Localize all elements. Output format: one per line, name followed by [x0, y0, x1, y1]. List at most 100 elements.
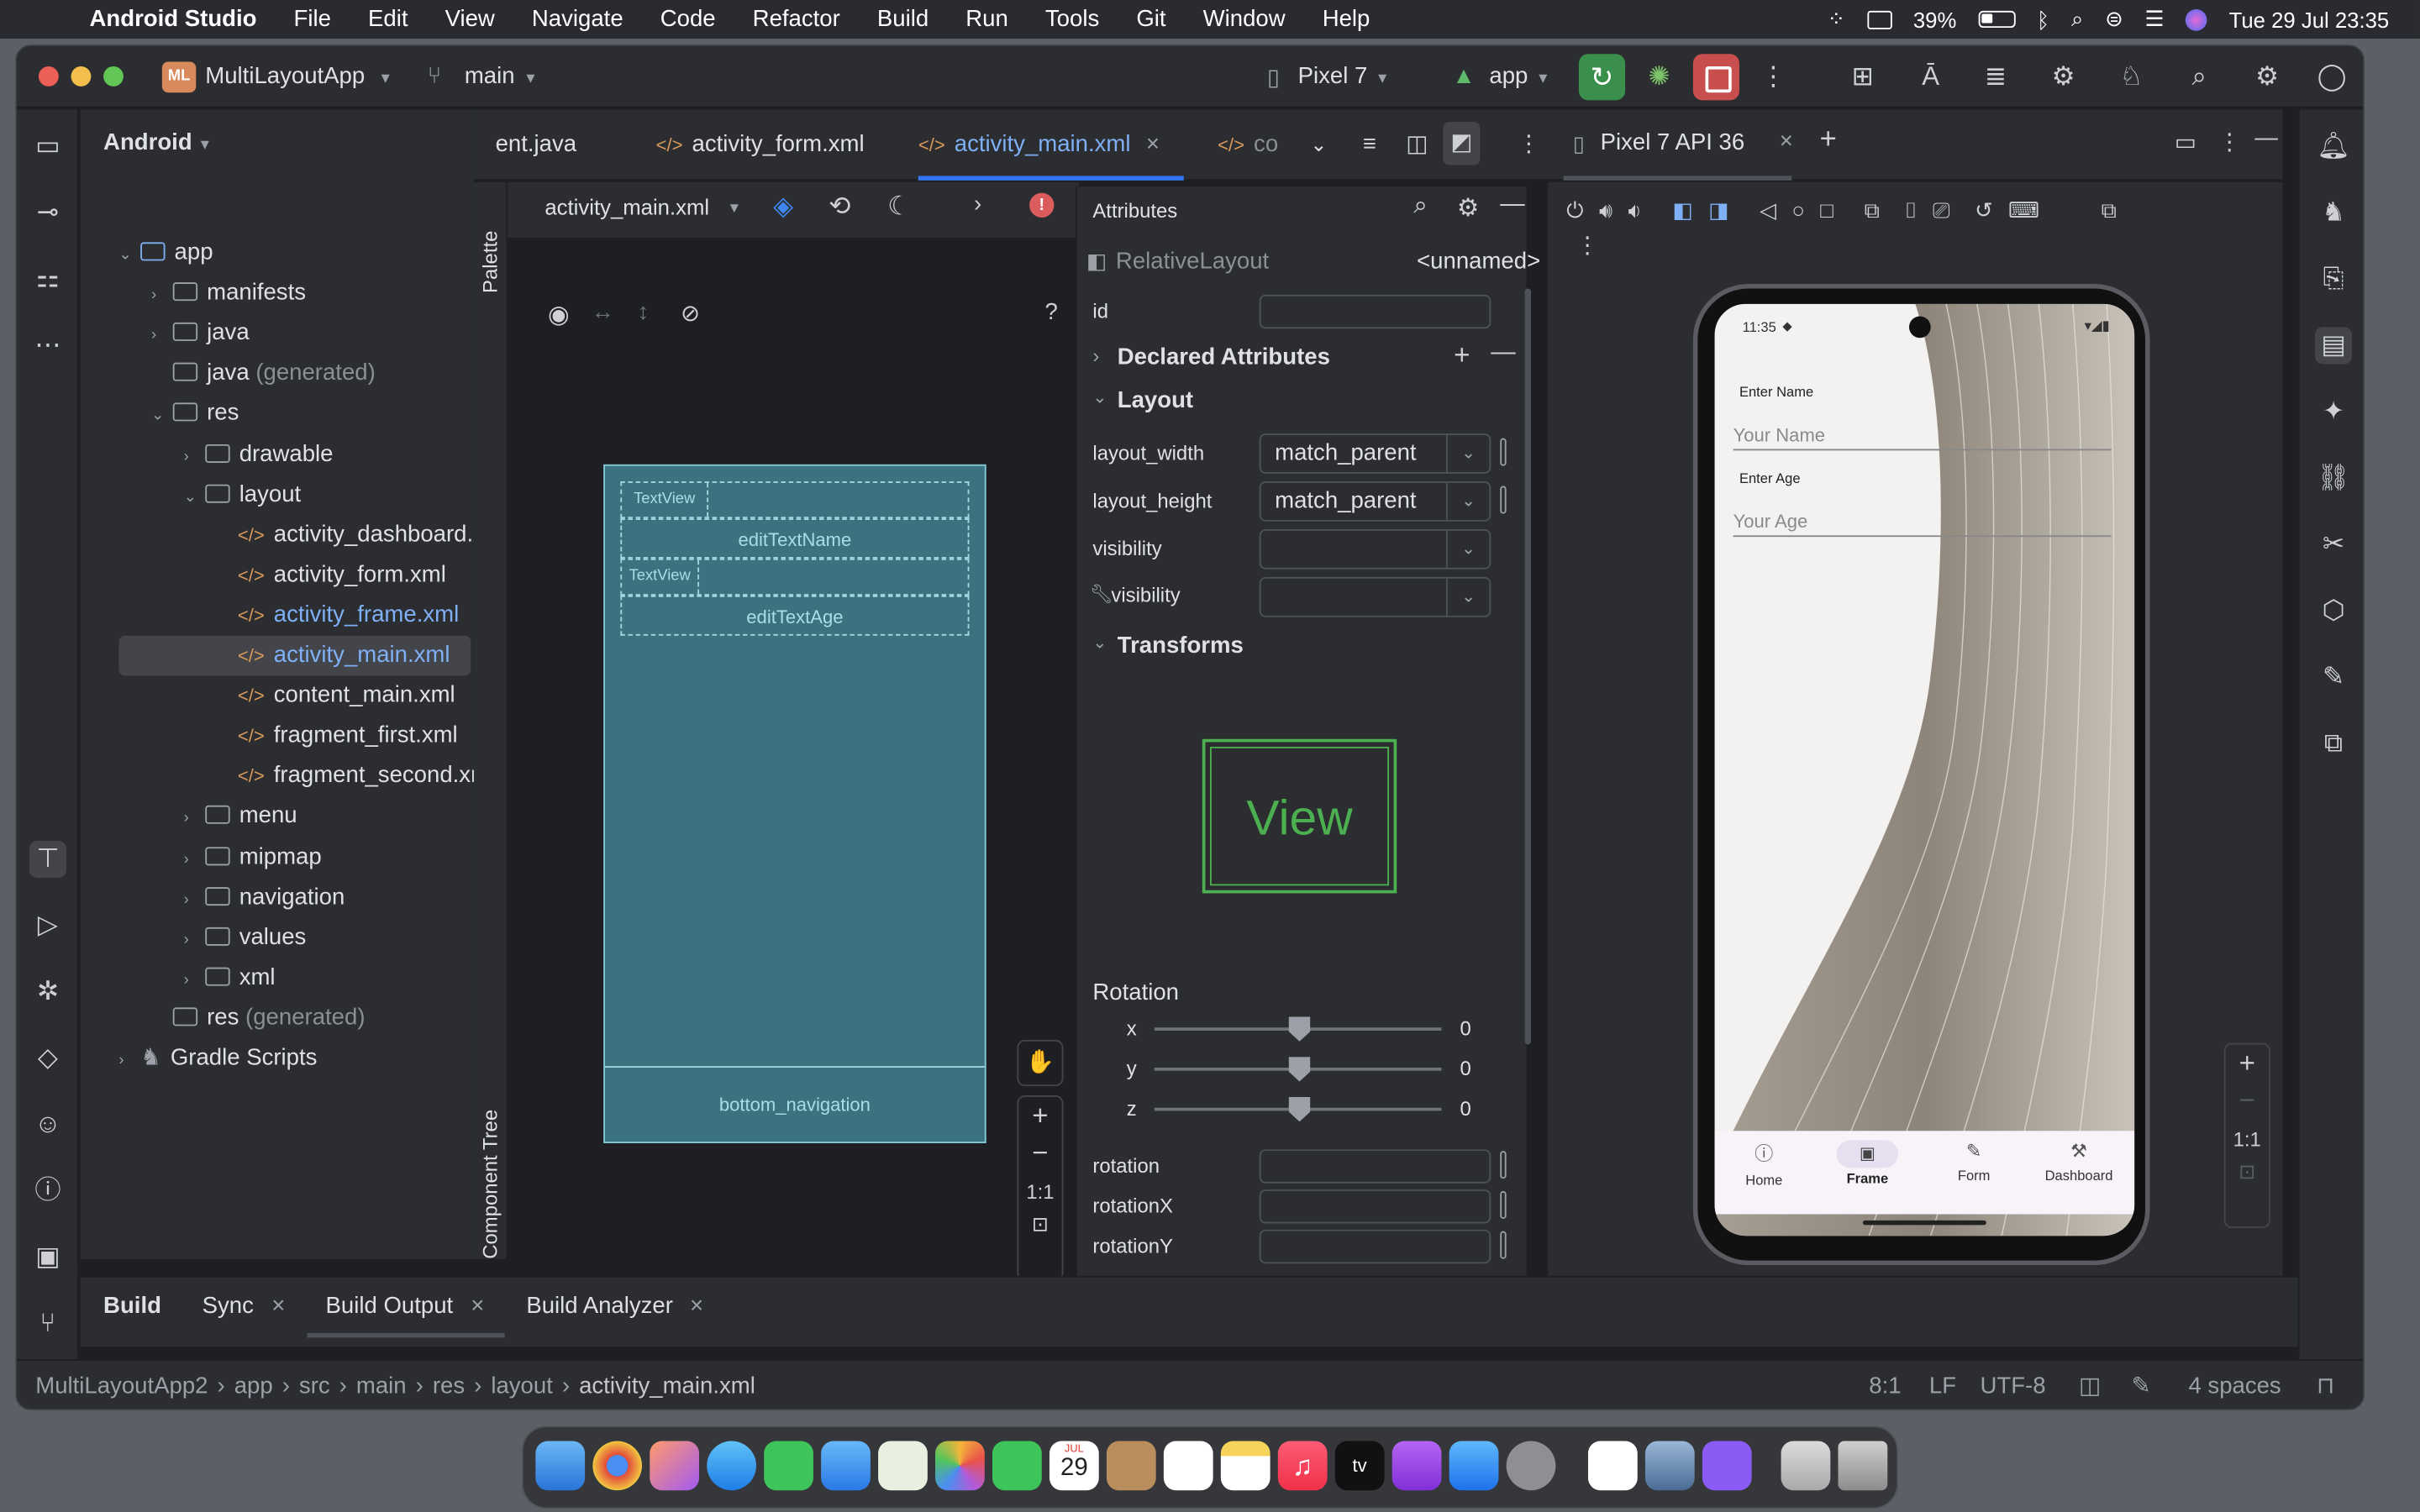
attributes-scrollbar[interactable]	[1524, 288, 1532, 1045]
chevron-down-icon[interactable]: ⌄	[184, 478, 206, 518]
nav-frame[interactable]: ▣ Frame	[1832, 1140, 1902, 1186]
resource-manager-icon[interactable]: ⊤	[29, 841, 66, 879]
tree-item[interactable]: › drawable	[118, 434, 471, 475]
gemini-sparkle-icon[interactable]: ✦	[2315, 393, 2352, 430]
orientation-icon[interactable]: ⟲	[829, 192, 850, 223]
code-view-icon[interactable]: ≡	[1363, 109, 1376, 180]
resource-picker-icon[interactable]	[1500, 486, 1507, 514]
project-badge[interactable]: ML	[161, 61, 197, 93]
rotation-x-slider-knob[interactable]	[1288, 1016, 1311, 1042]
spotlight-search-icon[interactable]: ⌕	[2071, 6, 2083, 32]
tree-item[interactable]: </> activity_frame.xml	[118, 596, 471, 636]
breadcrumb-item[interactable]: main	[356, 1373, 407, 1399]
layout-height-dropdown[interactable]: match_parent ⌄	[1259, 481, 1491, 522]
wifi-dots-icon[interactable]: ⁘	[1827, 6, 1845, 32]
toggles-icon[interactable]: ☰	[2144, 6, 2164, 32]
downloads-stack-icon[interactable]	[1781, 1441, 1831, 1491]
tree-item[interactable]: › values	[118, 917, 471, 958]
zoom-fit-icon[interactable]: ⊡	[1018, 1213, 1061, 1237]
visibility-dropdown[interactable]: ⌄	[1259, 528, 1491, 570]
nav-home[interactable]: ⓘ Home	[1733, 1140, 1795, 1188]
version-control-icon[interactable]: ⑂	[29, 1305, 66, 1342]
tree-item[interactable]: </> activity_dashboard.x	[118, 515, 485, 555]
chevron-down-icon[interactable]: ▾	[1539, 68, 1547, 88]
gem-icon[interactable]: ◇	[29, 1040, 66, 1077]
pan-hand-icon[interactable]: ✋	[1017, 1039, 1064, 1087]
chevron-right-icon[interactable]: ›	[151, 276, 173, 317]
device-selector[interactable]: Pixel 7	[1298, 63, 1368, 89]
reminders-icon[interactable]	[1163, 1441, 1213, 1491]
add-attribute-icon[interactable]: +	[1454, 339, 1470, 372]
tree-item[interactable]: › manifests	[118, 273, 471, 313]
error-indicator-icon[interactable]: !	[1029, 192, 1055, 218]
resource-picker-icon[interactable]	[1500, 1190, 1507, 1219]
podcasts-icon[interactable]	[1392, 1441, 1442, 1491]
gradle-elephant-icon[interactable]: ♞	[2315, 194, 2352, 231]
tab-ent-java[interactable]: ent.java	[496, 109, 577, 180]
siri-icon[interactable]	[2186, 8, 2207, 30]
window-layout-icon[interactable]: ▭	[2175, 128, 2196, 155]
rotationy-input[interactable]	[1259, 1229, 1491, 1264]
device-icon[interactable]: ▯	[1267, 63, 1280, 91]
layers-icon[interactable]: ◈	[773, 192, 793, 223]
help-icon[interactable]: ?	[1044, 299, 1057, 325]
trash-icon[interactable]	[1838, 1441, 1888, 1491]
chevron-down-icon[interactable]: ▾	[526, 68, 534, 88]
rotation-y-slider-knob[interactable]	[1288, 1057, 1311, 1082]
debug-bug-icon[interactable]: ✲	[29, 974, 66, 1011]
project-name[interactable]: MultiLayoutApp	[205, 63, 365, 89]
messages-icon[interactable]	[764, 1441, 813, 1491]
layout-section[interactable]: Layout	[1118, 387, 1193, 413]
layout-file-select[interactable]: activity_main.xml	[544, 194, 709, 218]
overview-icon[interactable]: □	[1820, 197, 1833, 223]
bluetooth-icon[interactable]: ᛒ	[2037, 7, 2049, 31]
tree-item[interactable]: › navigation	[118, 877, 471, 917]
design-view-icon[interactable]: ◩	[1443, 122, 1481, 165]
textview-name-row[interactable]: TextView	[620, 481, 970, 519]
list-icon[interactable]: ≣	[1977, 59, 2014, 96]
menu-navigate[interactable]: Navigate	[513, 6, 642, 32]
tabs-overflow-chevron-icon[interactable]: ⌄	[1310, 109, 1327, 180]
debug-icon[interactable]: ✺	[1640, 59, 1677, 96]
power-icon[interactable]: ⏻	[1566, 197, 1583, 223]
calendar-icon[interactable]: JUL 29	[1049, 1441, 1099, 1491]
gesture-bar[interactable]	[1862, 1220, 1986, 1226]
id-input[interactable]	[1259, 294, 1491, 329]
project-folder-icon[interactable]: ▭	[29, 128, 66, 165]
back-icon[interactable]: ◁	[1760, 197, 1776, 223]
preview-icon[interactable]	[1644, 1441, 1695, 1491]
launchpad-icon[interactable]	[650, 1441, 700, 1491]
tree-item[interactable]: › mipmap	[118, 837, 471, 877]
chevron-down-icon[interactable]: ▾	[381, 68, 390, 88]
rotation-input[interactable]	[1259, 1149, 1491, 1184]
menu-edit[interactable]: Edit	[350, 6, 427, 32]
snapshot-icon[interactable]: ↺	[1975, 197, 1993, 223]
notifications-bell-icon[interactable]: 🔔︎	[2315, 128, 2352, 165]
age-field-hint[interactable]: Your Age	[1733, 511, 1808, 533]
more-vertical-icon[interactable]: ⋮	[1576, 232, 1599, 259]
edittext-age-box[interactable]: editTextAge	[620, 595, 970, 636]
terminal-icon[interactable]: ▣	[29, 1239, 66, 1276]
line-separator[interactable]: LF	[1929, 1373, 1956, 1399]
close-tab-icon[interactable]: ×	[1780, 128, 1793, 154]
search-icon[interactable]: ⌕	[2181, 59, 2217, 96]
screenshot-camera-icon[interactable]: ⌷	[1904, 197, 1917, 223]
rotation-z-slider-knob[interactable]	[1288, 1096, 1311, 1122]
logcat-icon[interactable]: ☺	[29, 1106, 66, 1143]
chevron-right-icon[interactable]: ›	[184, 800, 206, 840]
textview-age-row[interactable]: TextView	[620, 558, 970, 596]
tree-item[interactable]: </> content_main.xml	[118, 676, 471, 717]
tree-item[interactable]: </> fragment_first.xml	[118, 717, 471, 757]
code-style-icon[interactable]: ✎	[2131, 1372, 2150, 1399]
apply-changes-button[interactable]: ↻	[1578, 54, 1626, 101]
close-tab-icon[interactable]: ×	[1146, 131, 1160, 157]
nav-dashboard[interactable]: ⚒ Dashboard	[2036, 1140, 2123, 1183]
breadcrumb-item[interactable]: activity_main.xml	[579, 1373, 755, 1399]
menu-run[interactable]: Run	[947, 6, 1027, 32]
resource-picker-icon[interactable]	[1500, 1151, 1507, 1179]
palette-tab[interactable]: Palette	[478, 231, 502, 293]
chevron-right-icon[interactable]: ›	[184, 438, 206, 478]
app-store-icon[interactable]	[1449, 1441, 1499, 1491]
bottom-navigation-box[interactable]: bottom_navigation	[605, 1068, 985, 1142]
close-tab-icon[interactable]: ×	[690, 1293, 703, 1319]
